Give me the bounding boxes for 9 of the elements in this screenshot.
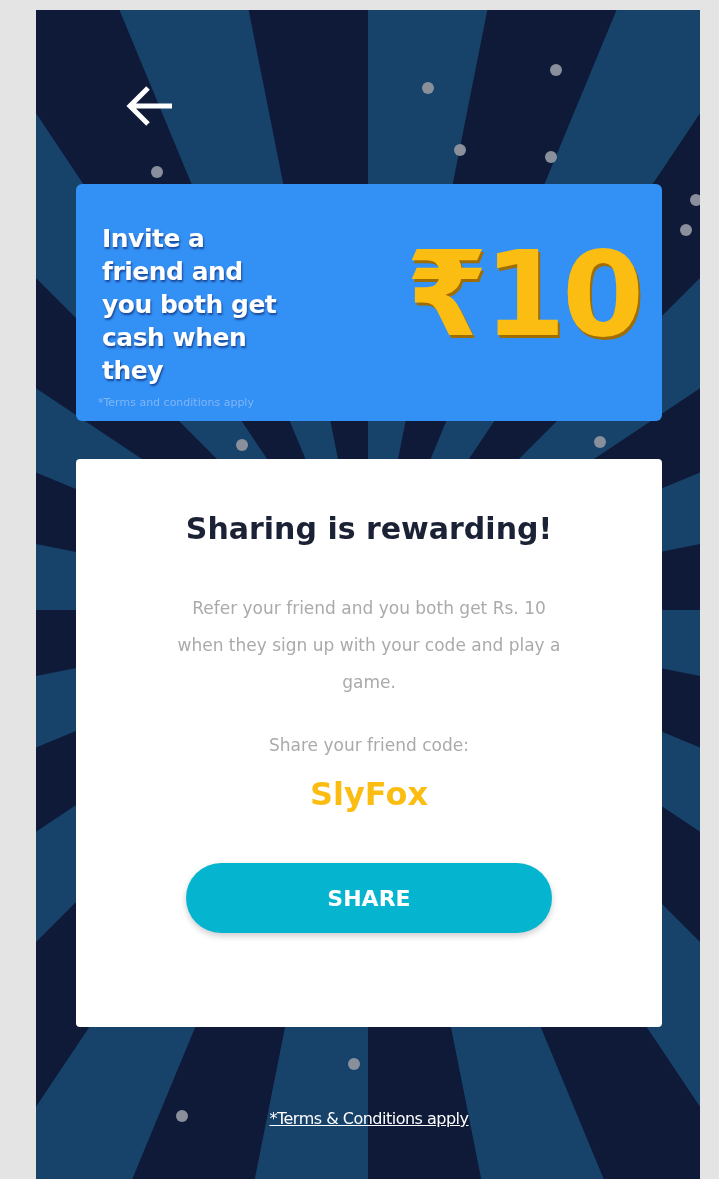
- star-icon: [690, 194, 700, 206]
- banner-headline: Invite a friend and you both get cash when they: [102, 222, 278, 387]
- card-title: Sharing is rewarding!: [185, 511, 553, 546]
- terms-link[interactable]: *Terms & Conditions apply: [269, 1109, 469, 1128]
- reward-amount: ₹10: [405, 235, 640, 353]
- friend-code: SlyFox: [309, 775, 429, 813]
- card-description: Refer your friend and you both get Rs. 10 when they sign up with your code and play a game.: [176, 597, 562, 694]
- code-label: Share your friend code:: [269, 735, 469, 755]
- banner-fine-print: *Terms and conditions apply: [98, 396, 255, 409]
